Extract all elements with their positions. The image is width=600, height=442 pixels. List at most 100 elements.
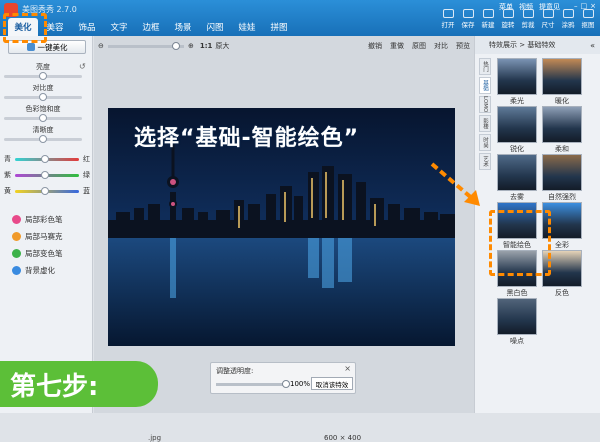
tool-item[interactable]: 局部彩色笔 <box>12 214 63 225</box>
category-tab-1[interactable]: 基础 <box>479 77 491 94</box>
color-right-label: 绿 <box>83 171 90 179</box>
cancel-effect-button[interactable]: 取消该特效 <box>311 377 353 390</box>
toolbar-button-5[interactable]: 尺寸 <box>540 9 556 29</box>
canvas-action-4[interactable]: 预览 <box>456 41 470 51</box>
slider-knob[interactable] <box>39 72 47 80</box>
effect-thumbnail <box>497 58 537 95</box>
color-slider-row: 黄蓝 <box>4 186 90 196</box>
effect-item[interactable]: 自然强烈 <box>542 154 582 202</box>
tool-icon <box>12 266 21 275</box>
arrow-icon <box>430 162 480 206</box>
effect-item[interactable]: 暖化 <box>542 58 582 106</box>
zoom-slider[interactable] <box>108 41 184 50</box>
tab-2[interactable]: 饰品 <box>72 18 102 36</box>
tab-7[interactable]: 娃娃 <box>232 18 262 36</box>
tool-label: 背景虚化 <box>25 266 55 275</box>
zoom-in-icon[interactable]: ⊕ <box>188 42 194 50</box>
slider-knob[interactable] <box>39 135 47 143</box>
adjust-slider-row: 亮度 <box>4 62 90 80</box>
slider-knob[interactable] <box>41 154 49 163</box>
tool-icon <box>12 215 21 224</box>
canvas-action-2[interactable]: 原图 <box>412 41 426 51</box>
adjust-slider[interactable] <box>4 114 82 122</box>
toolbar-button-0[interactable]: 打开 <box>440 9 456 29</box>
pen-icon <box>26 43 35 51</box>
adjust-slider-row: 色彩饱和度 <box>4 104 90 122</box>
toolbar-label: 新建 <box>481 21 495 29</box>
category-tab-3[interactable]: 影楼 <box>479 115 491 132</box>
color-slider-row: 青红 <box>4 154 90 164</box>
adjust-slider[interactable] <box>4 72 82 80</box>
tab-8[interactable]: 拼图 <box>264 18 294 36</box>
slider-label: 亮度 <box>36 63 50 71</box>
opacity-dialog: 调整透明度: × 100% 取消该特效 <box>210 362 356 394</box>
tab-5[interactable]: 场景 <box>168 18 198 36</box>
step-badge: 第七步: <box>0 361 158 407</box>
opacity-percent: 100% <box>290 380 311 388</box>
opacity-title: 调整透明度: <box>216 367 254 375</box>
effect-thumbnail <box>497 298 537 335</box>
slider-knob[interactable] <box>39 114 47 122</box>
adjust-slider[interactable] <box>4 135 82 143</box>
zoom-out-icon[interactable]: ⊖ <box>98 42 104 50</box>
adjust-slider-row: 对比度 <box>4 83 90 101</box>
file-name: .jpg <box>148 434 162 442</box>
canvas-action-3[interactable]: 对比 <box>434 41 448 51</box>
main-tabs: 美化 美容 饰品 文字 边框 场景 闪图 娃娃 拼图 <box>8 18 294 36</box>
toolbar-button-3[interactable]: 旋转 <box>500 9 516 29</box>
effect-item[interactable]: 噪点 <box>497 298 537 346</box>
category-tab-0[interactable]: 热门 <box>479 58 491 75</box>
effect-item[interactable]: 柔光 <box>497 58 537 106</box>
tool-label: 局部彩色笔 <box>25 215 63 224</box>
effect-item[interactable]: 柔和 <box>542 106 582 154</box>
effect-name: 柔和 <box>555 145 569 153</box>
slider-label: 对比度 <box>32 84 54 92</box>
image-dimensions: 600 × 400 <box>324 434 362 442</box>
opacity-slider[interactable] <box>216 380 290 388</box>
toolbar-button-1[interactable]: 保存 <box>460 9 476 29</box>
toolbar-icon <box>562 9 574 18</box>
color-slider[interactable] <box>15 154 79 163</box>
slider-knob[interactable] <box>41 186 49 195</box>
toolbar-button-4[interactable]: 剪裁 <box>520 9 536 29</box>
tab-3[interactable]: 文字 <box>104 18 134 36</box>
effect-item[interactable]: 锐化 <box>497 106 537 154</box>
effect-thumbnail <box>542 154 582 191</box>
effect-name: 黑白色 <box>506 289 528 297</box>
canvas-action-0[interactable]: 撤销 <box>368 41 382 51</box>
tab-6[interactable]: 闪图 <box>200 18 230 36</box>
slider-knob[interactable] <box>39 93 47 101</box>
zoom-label[interactable]: 原大 <box>215 41 229 51</box>
tool-item[interactable]: 局部马赛克 <box>12 231 63 242</box>
color-slider[interactable] <box>15 186 79 195</box>
toolbar-label: 保存 <box>461 21 475 29</box>
tool-item[interactable]: 局部变色笔 <box>12 248 63 259</box>
opacity-slider-knob[interactable] <box>282 380 290 388</box>
toolbar-button-2[interactable]: 新建 <box>480 9 496 29</box>
toolbar-label: 打开 <box>441 21 455 29</box>
toolbar-button-7[interactable]: 抠图 <box>580 9 596 29</box>
collapse-icon[interactable]: « <box>590 41 595 50</box>
effect-name: 自然强烈 <box>548 193 576 201</box>
left-panel: 一键美化 ↺ 亮度 对比度 色彩饱和度 清晰度 青红紫绿黄蓝 局部彩色笔 局部马赛克 局部… <box>0 36 93 413</box>
adjust-slider[interactable] <box>4 93 82 101</box>
toolbar-icon <box>442 9 454 18</box>
color-slider[interactable] <box>15 170 79 179</box>
effect-thumbnail <box>497 154 537 191</box>
adjust-slider-row: 清晰度 <box>4 125 90 143</box>
category-tab-2[interactable]: LOMO <box>479 96 491 113</box>
canvas-action-1[interactable]: 重做 <box>390 41 404 51</box>
color-right-label: 红 <box>83 155 90 163</box>
highlight-box-effect <box>489 210 551 276</box>
toolbar-label: 尺寸 <box>541 21 555 29</box>
tool-item[interactable]: 背景虚化 <box>12 265 55 276</box>
tab-4[interactable]: 边框 <box>136 18 166 36</box>
toolbar-button-6[interactable]: 涂鸦 <box>560 9 576 29</box>
zoom-slider-knob[interactable] <box>172 41 180 50</box>
category-tab-4[interactable]: 时尚 <box>479 134 491 151</box>
toolbar-icon <box>522 9 534 18</box>
effect-item[interactable]: 去雾 <box>497 154 537 202</box>
effect-name: 暖化 <box>555 97 569 105</box>
close-icon[interactable]: × <box>344 364 351 373</box>
slider-knob[interactable] <box>41 170 49 179</box>
